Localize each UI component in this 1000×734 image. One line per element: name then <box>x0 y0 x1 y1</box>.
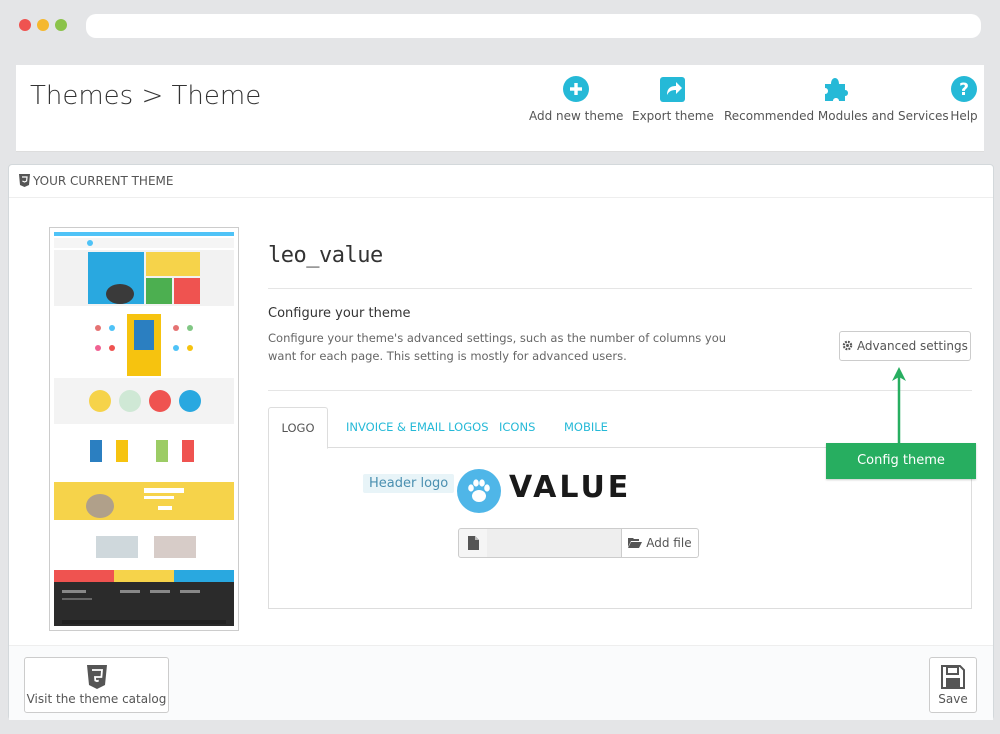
add-new-theme-label: Add new theme <box>529 109 624 123</box>
save-icon <box>941 665 965 689</box>
puzzle-icon <box>825 78 849 101</box>
tab-logo[interactable]: LOGO <box>268 407 328 449</box>
divider <box>268 288 972 289</box>
file-icon-box <box>458 528 488 558</box>
export-theme-button[interactable]: Export theme <box>632 75 714 123</box>
folder-open-icon <box>628 538 643 548</box>
tab-icons[interactable]: ICONS <box>499 407 535 447</box>
divider <box>268 390 972 391</box>
svg-text:?: ? <box>959 80 969 100</box>
theme-preview-thumbnail <box>49 227 239 631</box>
help-button[interactable]: ? Help <box>950 75 978 123</box>
file-input[interactable] <box>487 528 621 558</box>
add-file-label: Add file <box>646 536 692 550</box>
advanced-settings-label: Advanced settings <box>856 339 968 353</box>
plus-circle-icon <box>563 76 590 102</box>
configure-description: Configure your theme's advanced settings… <box>268 331 727 363</box>
browser-chrome <box>0 0 1000 52</box>
panel-heading: YOUR CURRENT THEME <box>9 165 993 198</box>
theme-tabs: LOGO INVOICE & EMAIL LOGOS ICONS MOBILE <box>268 407 972 449</box>
add-file-button[interactable]: Add file <box>621 528 699 558</box>
paw-logo-icon <box>457 469 501 513</box>
callout-arrow-icon <box>892 367 906 445</box>
export-icon <box>659 77 685 102</box>
advanced-settings-button[interactable]: Advanced settings <box>839 331 971 361</box>
tab-invoice-email-logos[interactable]: INVOICE & EMAIL LOGOS <box>346 407 489 447</box>
config-theme-callout: Config theme <box>826 443 976 479</box>
header-logo-label: Header logo <box>363 474 455 493</box>
file-icon <box>468 536 479 550</box>
help-label: Help <box>950 109 978 123</box>
page-title: Themes > Theme <box>30 81 262 111</box>
panel-heading-text: YOUR CURRENT THEME <box>33 174 174 188</box>
brand-wordmark: VALUE <box>509 470 632 505</box>
html5-icon <box>19 174 30 187</box>
tab-mobile[interactable]: MOBILE <box>564 407 608 447</box>
visit-theme-catalog-button[interactable]: Visit the theme catalog <box>24 657 169 713</box>
help-icon: ? <box>951 76 977 102</box>
address-bar[interactable] <box>86 14 981 38</box>
page-header: Themes > Theme Add new theme Export them… <box>16 65 984 152</box>
theme-name: leo_value <box>268 243 383 268</box>
add-new-theme-button[interactable]: Add new theme <box>529 75 623 123</box>
current-theme-panel: YOUR CURRENT THEME leo_value Configure y… <box>8 164 994 720</box>
window-maximize-dot[interactable] <box>55 19 67 31</box>
recommended-modules-button[interactable]: Recommended Modules and Services <box>724 75 949 123</box>
configure-title: Configure your theme <box>268 306 411 321</box>
html5-icon <box>86 665 107 689</box>
save-label: Save <box>938 692 968 706</box>
export-theme-label: Export theme <box>632 109 714 123</box>
theme-preview-image <box>50 228 238 630</box>
recommended-modules-label: Recommended Modules and Services <box>724 109 949 123</box>
window-minimize-dot[interactable] <box>37 19 49 31</box>
window-close-dot[interactable] <box>19 19 31 31</box>
gear-icon <box>842 340 853 351</box>
visit-theme-catalog-label: Visit the theme catalog <box>26 692 167 706</box>
logo-file-upload: Add file <box>458 528 699 558</box>
save-button[interactable]: Save <box>929 657 977 713</box>
panel-footer: Visit the theme catalog Save <box>9 645 993 720</box>
